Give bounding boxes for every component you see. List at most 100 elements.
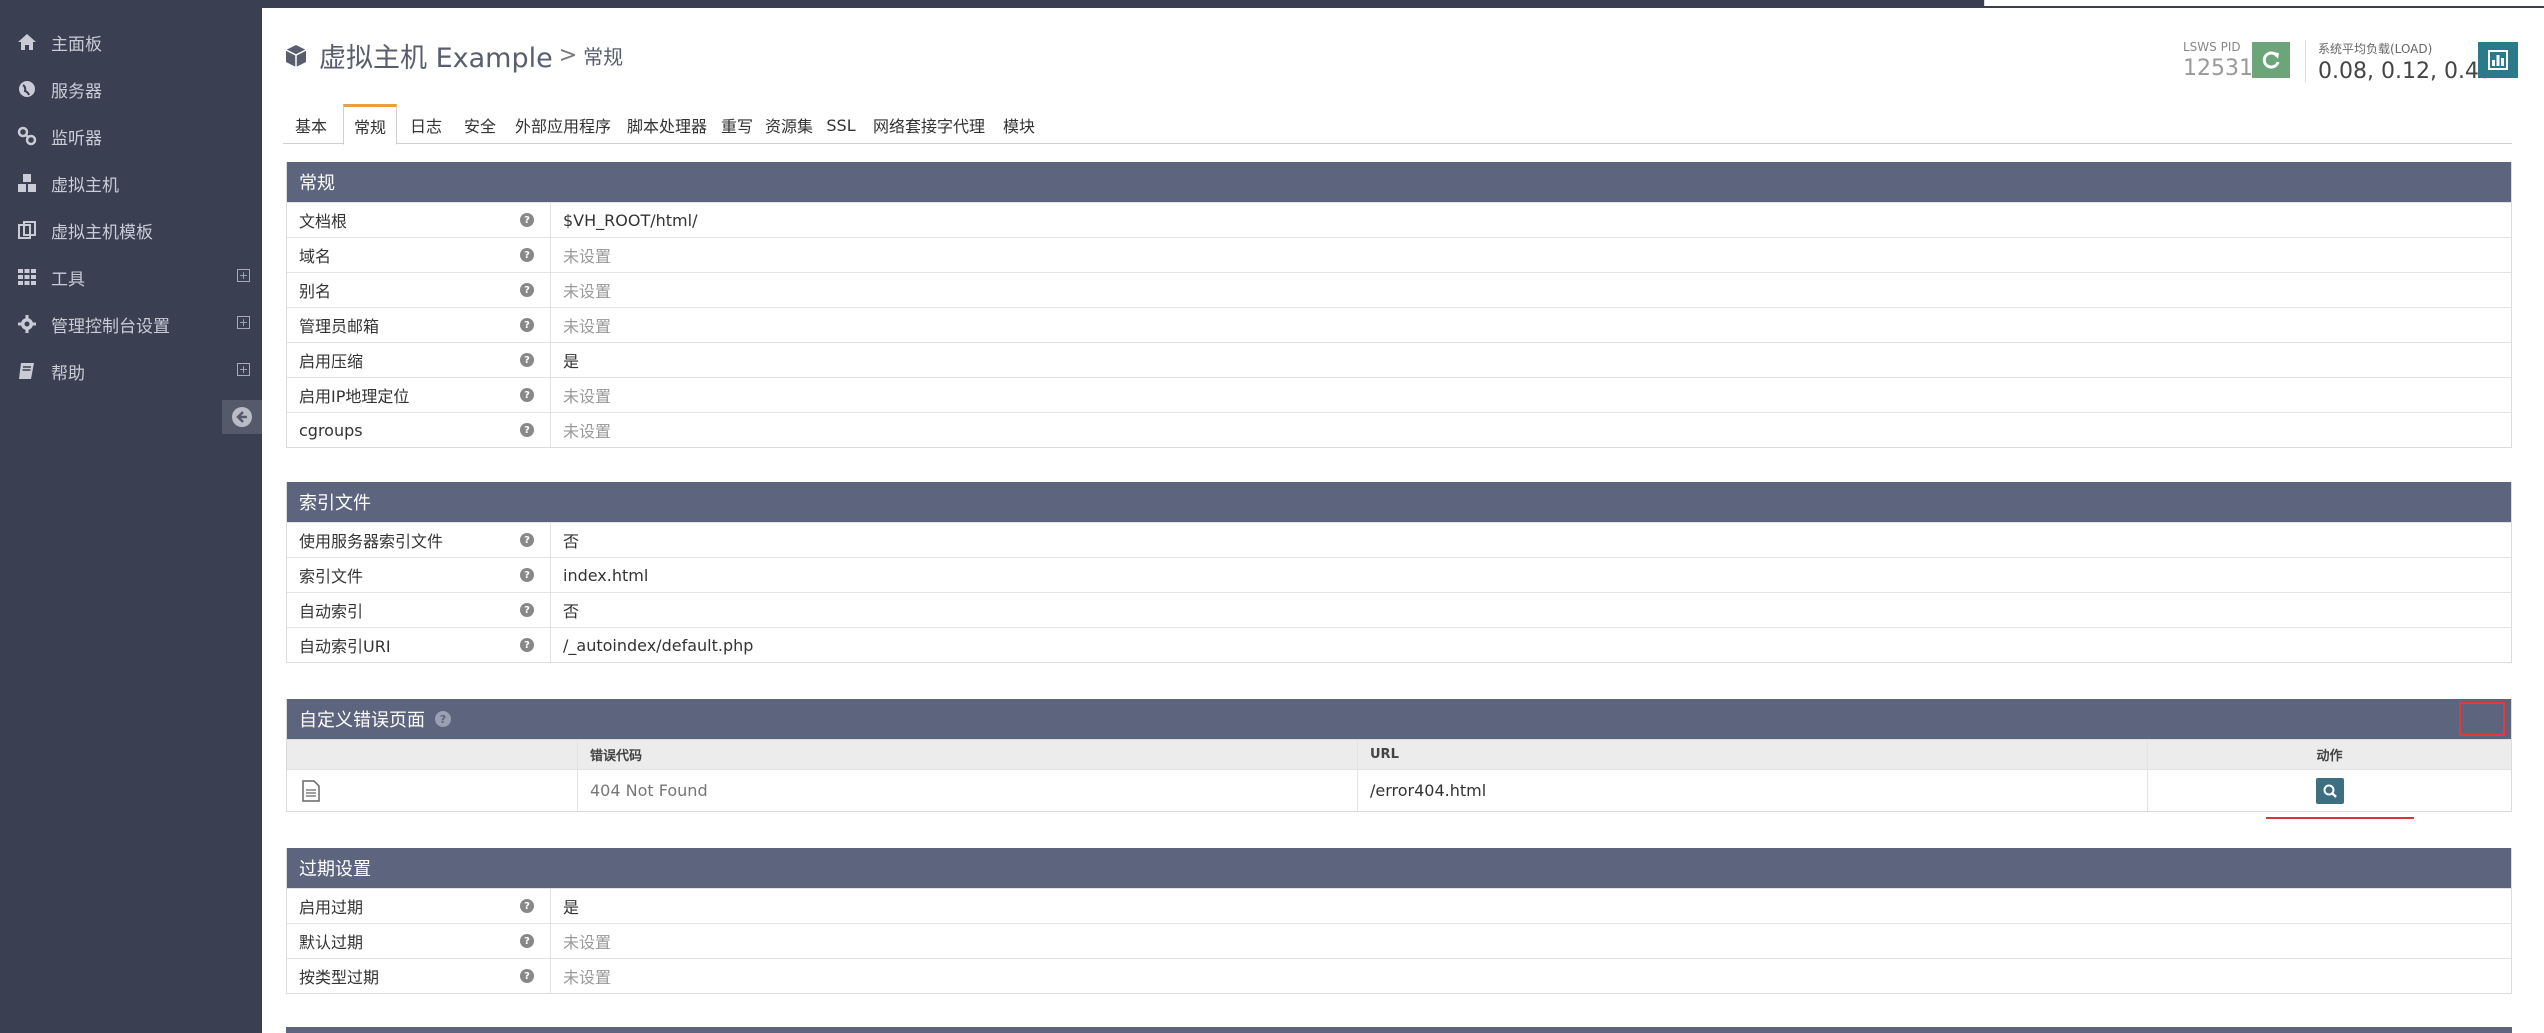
panel-header: 自定义错误页面 ?: [287, 699, 2511, 739]
row-label: 启用IP地理定位: [299, 387, 410, 406]
link-icon: [15, 124, 39, 148]
help-icon[interactable]: ?: [520, 213, 534, 227]
zoom-icon: [2323, 784, 2337, 798]
table-row: 索引文件? index.html: [287, 557, 2511, 592]
arrow-left-circle-icon: [232, 407, 252, 427]
real-time-stats-button[interactable]: [2478, 42, 2518, 78]
tab-basic[interactable]: 基本: [283, 106, 339, 144]
sidebar-item-vhost-templates[interactable]: 虚拟主机模板: [0, 208, 262, 252]
help-icon[interactable]: ?: [520, 603, 534, 617]
tab-bar: 基本 常规 日志 安全 外部应用程序 脚本处理器 重写 资源集 SSL 网络套接…: [283, 104, 2512, 145]
view-button[interactable]: [2315, 777, 2344, 804]
row-value: 未设置: [563, 968, 612, 987]
table-row: 文档根? $VH_ROOT/html/: [287, 202, 2511, 237]
row-value: /_autoindex/default.php: [563, 635, 754, 655]
tab-security[interactable]: 安全: [455, 106, 505, 144]
table-row: 使用服务器索引文件? 否: [287, 522, 2511, 557]
expand-icon[interactable]: +: [237, 363, 250, 376]
help-icon[interactable]: ?: [520, 638, 534, 652]
row-label: 别名: [299, 282, 332, 301]
globe-icon: [15, 77, 39, 101]
sidebar-item-label: 虚拟主机模板: [51, 222, 153, 243]
tab-contexts[interactable]: 资源集: [761, 106, 817, 144]
restart-button[interactable]: [2252, 42, 2290, 78]
panel-header: 过期设置: [287, 848, 2511, 888]
row-value: 未设置: [563, 282, 612, 301]
sidebar-item-label: 主面板: [51, 34, 102, 55]
help-icon[interactable]: ?: [520, 423, 534, 437]
sidebar-item-label: 管理控制台设置: [51, 316, 170, 337]
table-header: 错误代码 URL 动作: [287, 739, 2511, 769]
help-icon[interactable]: ?: [520, 533, 534, 547]
sidebar-item-admin-settings[interactable]: 管理控制台设置 +: [0, 302, 262, 346]
file-icon: [302, 779, 320, 802]
row-value: 未设置: [563, 247, 612, 266]
tab-script-handlers[interactable]: 脚本处理器: [621, 106, 713, 144]
tab-log[interactable]: 日志: [401, 106, 451, 144]
custom-error-pages-panel: 自定义错误页面 ? 错误代码 URL 动作 404 Not Found /err…: [286, 699, 2512, 812]
tab-websocket-proxy[interactable]: 网络套接字代理: [865, 106, 993, 144]
sidebar-item-label: 服务器: [51, 81, 102, 102]
row-label: 默认过期: [299, 933, 364, 952]
help-icon[interactable]: ?: [520, 969, 534, 983]
page-title-text: 虚拟主机 Example: [319, 43, 553, 74]
refresh-icon: [2262, 51, 2280, 69]
sidebar-item-dashboard[interactable]: 主面板: [0, 20, 262, 64]
cubes-icon: [15, 171, 39, 195]
table-row: 别名? 未设置: [287, 272, 2511, 307]
row-value: 未设置: [563, 933, 612, 952]
row-label: 启用压缩: [299, 352, 364, 371]
help-icon[interactable]: ?: [435, 711, 451, 727]
help-icon[interactable]: ?: [520, 283, 534, 297]
expires-panel: 过期设置 启用过期? 是 默认过期? 未设置 按类型过期? 未设置: [286, 848, 2512, 994]
tab-ssl[interactable]: SSL: [821, 106, 861, 144]
column-header-action: 动作: [2147, 740, 2511, 769]
index-files-panel: 索引文件 使用服务器索引文件? 否 索引文件? index.html 自动索引?…: [286, 482, 2512, 663]
column-header-error-code: 错误代码: [577, 740, 1357, 769]
sidebar-item-virtual-hosts[interactable]: 虚拟主机: [0, 161, 262, 205]
table-row: 自动索引? 否: [287, 592, 2511, 627]
tab-external-apps[interactable]: 外部应用程序: [509, 106, 617, 144]
load-value: 0.08, 0.12, 0.43: [2318, 59, 2493, 84]
row-label: 自动索引: [299, 602, 364, 621]
table-row: 自动索引URI? /_autoindex/default.php: [287, 627, 2511, 662]
sidebar-item-label: 帮助: [51, 363, 85, 384]
help-icon[interactable]: ?: [520, 353, 534, 367]
help-icon[interactable]: ?: [520, 899, 534, 913]
sidebar-item-server[interactable]: 服务器: [0, 67, 262, 111]
next-panel-header: [286, 1027, 2512, 1033]
page-subtitle: 常规: [583, 45, 624, 69]
sidebar-item-listeners[interactable]: 监听器: [0, 114, 262, 158]
row-label: 索引文件: [299, 567, 364, 586]
row-label: 文档根: [299, 212, 348, 231]
help-icon[interactable]: ?: [520, 568, 534, 582]
top-bar: [0, 0, 2544, 8]
sidebar-item-label: 虚拟主机: [51, 175, 119, 196]
row-value: 否: [563, 602, 580, 621]
expand-icon[interactable]: +: [237, 269, 250, 282]
row-label: 管理员邮箱: [299, 317, 380, 336]
row-label: 按类型过期: [299, 968, 380, 987]
row-value: 未设置: [563, 422, 612, 441]
sidebar-item-help[interactable]: 帮助 +: [0, 349, 262, 393]
panel-header: 索引文件: [287, 482, 2511, 522]
error-code-cell: 404 Not Found: [577, 770, 1357, 811]
column-header-url: URL: [1357, 740, 2147, 769]
tab-general[interactable]: 常规: [343, 104, 397, 145]
top-search-input[interactable]: [1984, 0, 2544, 6]
tab-rewrite[interactable]: 重写: [717, 106, 757, 144]
row-value: $VH_ROOT/html/: [563, 210, 698, 230]
help-icon[interactable]: ?: [520, 388, 534, 402]
help-icon[interactable]: ?: [520, 934, 534, 948]
tab-modules[interactable]: 模块: [997, 106, 1041, 144]
row-label: 自动索引URI: [299, 637, 391, 656]
panel-title: 自定义错误页面: [299, 710, 425, 731]
help-icon[interactable]: ?: [520, 248, 534, 262]
help-icon[interactable]: ?: [520, 318, 534, 332]
sidebar-collapse-button[interactable]: [222, 400, 262, 434]
expand-icon[interactable]: +: [237, 316, 250, 329]
sidebar-item-label: 工具: [51, 269, 85, 290]
row-value: 是: [563, 352, 580, 371]
sidebar-item-tools[interactable]: 工具 +: [0, 255, 262, 299]
copy-icon: [15, 218, 39, 242]
